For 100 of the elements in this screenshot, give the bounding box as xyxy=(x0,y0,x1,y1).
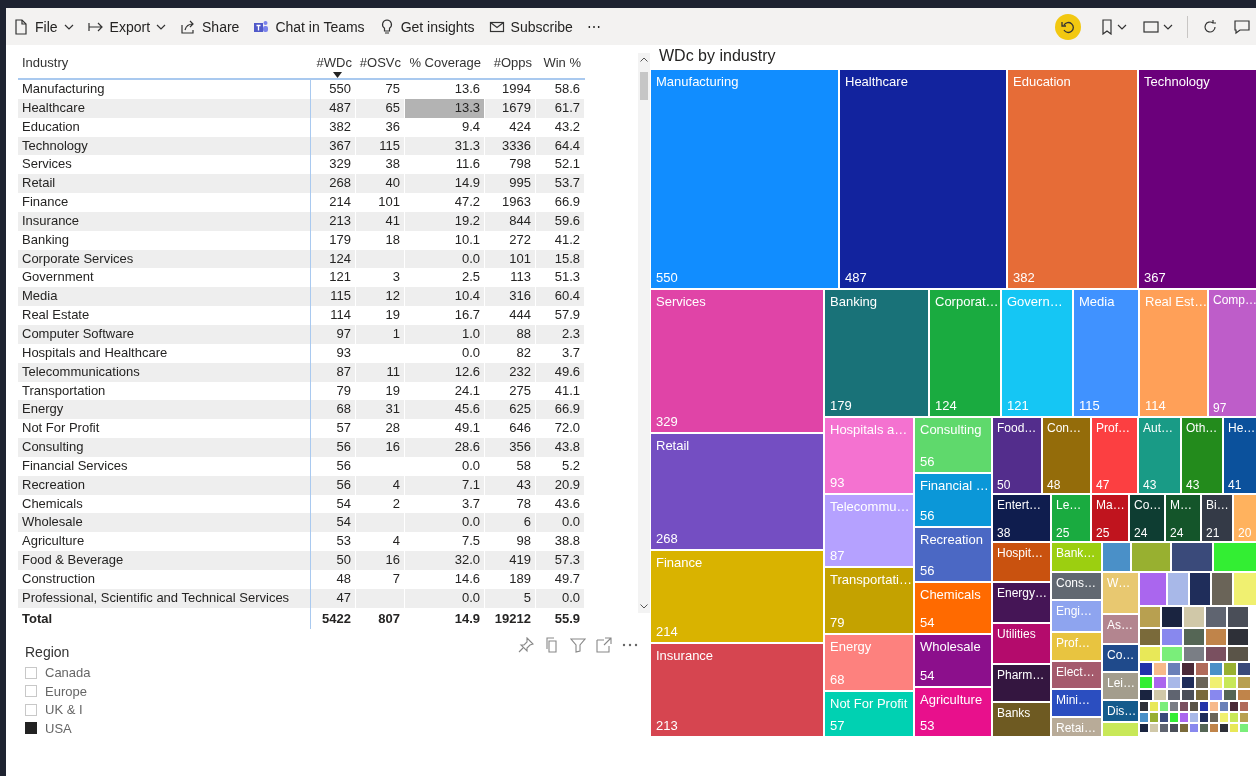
treemap-tile[interactable]: Con… 48 xyxy=(1043,418,1090,493)
scrollbar[interactable] xyxy=(638,53,650,613)
table-cell: 550 xyxy=(311,80,356,99)
slicer-option[interactable]: UK & I xyxy=(25,700,91,720)
slicer-option[interactable]: Canada xyxy=(25,663,91,683)
table-cell: Telecommunications xyxy=(18,362,311,382)
table-cell: 424 xyxy=(485,117,536,137)
treemap-tile[interactable]: Comp… 97 xyxy=(1209,290,1256,416)
treemap-tile[interactable]: As… xyxy=(1103,615,1138,643)
treemap-tile[interactable]: Manufacturing 550 xyxy=(651,70,838,288)
treemap-tile[interactable]: Banks xyxy=(993,703,1050,736)
table-cell: 48 xyxy=(311,569,356,589)
treemap-tile[interactable]: Bi… 21 xyxy=(1202,495,1232,541)
treemap-tile[interactable]: Hospit… xyxy=(993,543,1050,581)
table-cell: 68 xyxy=(311,400,356,420)
treemap-tile[interactable]: Agriculture 53 xyxy=(915,688,991,736)
undo-button[interactable] xyxy=(1055,13,1081,40)
toolbar-button[interactable]: Export xyxy=(80,11,174,42)
treemap-tile[interactable]: Chemicals 54 xyxy=(915,583,991,633)
table-cell: 487 xyxy=(311,98,356,118)
scroll-down-icon[interactable] xyxy=(640,604,648,609)
table-cell: 189 xyxy=(485,569,536,589)
table-cell: Food & Beverage xyxy=(18,551,311,570)
table-cell: 232 xyxy=(485,362,536,382)
filter-icon[interactable] xyxy=(570,636,586,653)
treemap-tile[interactable]: Le… 25 xyxy=(1052,495,1090,541)
treemap-tile[interactable]: Retail 268 xyxy=(651,434,823,549)
treemap-tile[interactable]: Pharm… xyxy=(993,665,1050,701)
treemap-tile[interactable]: Co… 24 xyxy=(1130,495,1164,541)
column-header[interactable]: Win % xyxy=(536,50,585,70)
toolbar-button[interactable]: Get insights xyxy=(371,11,482,42)
table-cell: 844 xyxy=(485,211,536,231)
treemap-tile[interactable]: Utilities xyxy=(993,624,1050,663)
treemap-tile[interactable]: Elect… xyxy=(1052,662,1101,688)
treemap-tile[interactable]: M… 24 xyxy=(1166,495,1200,541)
treemap-tile[interactable]: Wholesale 54 xyxy=(915,635,991,686)
column-header[interactable]: #Opps xyxy=(485,50,536,70)
table-cell: 419 xyxy=(485,551,536,570)
treemap-tile[interactable]: Entert… 38 xyxy=(993,495,1050,541)
toolbar-button[interactable]: File xyxy=(6,11,81,42)
table-cell: 101 xyxy=(356,193,405,212)
slicer-option[interactable]: Europe xyxy=(25,682,91,701)
table-cell: Recreation xyxy=(18,475,311,495)
treemap-tile[interactable]: Technology 367 xyxy=(1139,70,1256,288)
table-cell: 3336 xyxy=(485,136,536,156)
table-cell: 66.9 xyxy=(536,400,585,420)
table-cell: 0.0 xyxy=(405,588,485,608)
table-cell: Wholesale xyxy=(18,513,311,533)
table-cell: Finance xyxy=(18,193,311,212)
treemap-tile[interactable]: Financial … 56 xyxy=(915,474,991,526)
column-header[interactable]: #OSVc xyxy=(356,50,405,70)
treemap-tile[interactable]: Cons… xyxy=(1052,573,1101,599)
treemap-tile[interactable]: Recreation 56 xyxy=(915,528,991,581)
treemap-tile[interactable]: Healthcare 487 xyxy=(840,70,1006,288)
treemap-tile[interactable]: Mini… xyxy=(1052,690,1101,716)
treemap-tile[interactable]: He… 41 xyxy=(1224,418,1256,493)
column-header[interactable]: Industry xyxy=(18,50,311,70)
treemap-tile[interactable]: Dis… xyxy=(1103,701,1138,721)
slicer-option[interactable]: USA xyxy=(25,719,91,738)
table-cell: 3.7 xyxy=(536,343,585,363)
column-header[interactable]: #WDc xyxy=(311,50,356,78)
scrollbar-thumb[interactable] xyxy=(640,72,648,100)
pin-icon[interactable] xyxy=(518,636,534,653)
table-cell: 1.0 xyxy=(405,324,485,344)
toolbar-button[interactable]: Chat in Teams xyxy=(246,11,372,42)
treemap-tile[interactable]: Ma… 25 xyxy=(1092,495,1128,541)
treemap-tile[interactable]: Corporat… 124 xyxy=(930,290,1000,416)
table-cell: 93 xyxy=(311,343,356,363)
table-cell: 115 xyxy=(356,136,405,156)
table-cell: 382 xyxy=(311,117,356,137)
toolbar-button[interactable]: Subscribe xyxy=(481,11,580,42)
treemap-tile[interactable]: Banking 179 xyxy=(825,290,928,416)
treemap-tile[interactable]: Food… 50 xyxy=(993,418,1041,493)
expand-icon[interactable] xyxy=(596,636,612,653)
more-button[interactable]: ⋯ xyxy=(579,11,608,42)
toolbar-button[interactable]: Share xyxy=(173,11,247,42)
checkbox[interactable] xyxy=(25,722,37,735)
treemap-tile[interactable]: Education 382 xyxy=(1008,70,1137,288)
treemap-tile[interactable]: Co… xyxy=(1103,645,1138,671)
table-cell: 59.6 xyxy=(536,211,585,231)
treemap-tile[interactable]: Aut… 43 xyxy=(1139,418,1180,493)
table-cell: 32.0 xyxy=(405,551,485,570)
treemap-tile[interactable]: Insurance 213 xyxy=(651,644,823,736)
treemap-tile[interactable]: Prof… 47 xyxy=(1092,418,1137,493)
table-cell: 10.1 xyxy=(405,230,485,250)
table-cell: 12 xyxy=(356,287,405,307)
table-cell: 14.9 xyxy=(405,174,485,194)
table-cell: 58.6 xyxy=(536,80,585,99)
table-cell: 19.2 xyxy=(405,211,485,231)
table-cell: 1679 xyxy=(485,98,536,118)
column-header[interactable]: % Coverage xyxy=(405,50,485,70)
treemap-tile[interactable]: Services 329 xyxy=(651,290,823,432)
table-cell: 0.0 xyxy=(536,588,585,608)
treemap-tile[interactable]: Media 115 xyxy=(1074,290,1138,416)
table-cell: 625 xyxy=(485,400,536,420)
copy-icon[interactable] xyxy=(544,636,560,653)
table-cell: 0.0 xyxy=(536,513,585,533)
treemap-tile[interactable]: Oth… 43 xyxy=(1182,418,1222,493)
treemap-tile[interactable]: Energy… xyxy=(993,583,1050,622)
scroll-up-icon[interactable] xyxy=(640,57,648,62)
